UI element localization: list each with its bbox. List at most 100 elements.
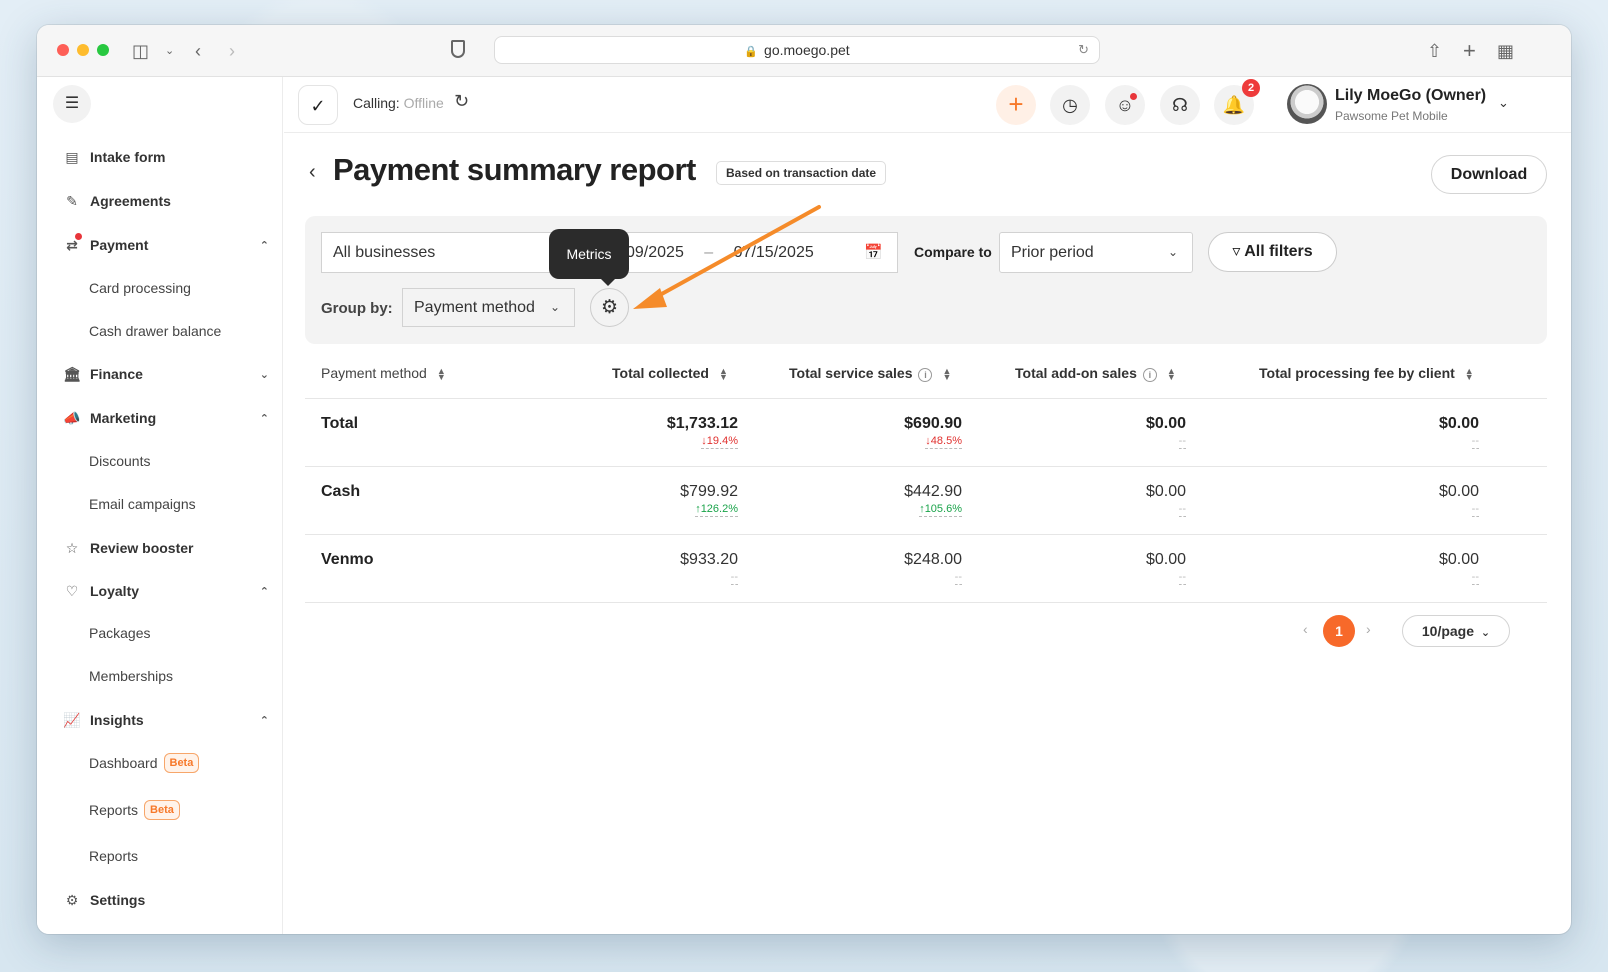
metrics-gear-icon[interactable]: ⚙ xyxy=(590,288,629,327)
total-service-value: $690.90 xyxy=(904,415,962,432)
sidebar-toggle-icon[interactable]: ◫ xyxy=(132,39,149,63)
sort-icon[interactable]: ▲ ▼ xyxy=(942,367,951,382)
payment-alert-dot xyxy=(75,233,82,240)
sidebar-item-review-booster[interactable]: ☆ Review booster xyxy=(63,536,194,560)
date-start[interactable]: 09/2025 xyxy=(626,244,684,261)
date-basis-tag: Based on transaction date xyxy=(716,161,887,185)
compare-to-label: Compare to xyxy=(914,244,992,260)
cash-addon-delta: -- xyxy=(1178,503,1186,517)
back-arrow-icon[interactable]: ‹ xyxy=(309,161,316,184)
sidebar-item-settings[interactable]: ⚙ Settings xyxy=(63,888,146,912)
sidebar-item-memberships[interactable]: Memberships xyxy=(89,665,173,687)
sidebar-item-reports-beta[interactable]: Reports Beta xyxy=(89,799,180,821)
page-button-current[interactable]: 1 xyxy=(1323,615,1355,647)
column-header-label: Total collected xyxy=(612,365,709,381)
zoom-window-button[interactable] xyxy=(97,44,109,56)
total-addon-delta: -- xyxy=(1178,435,1186,449)
new-tab-icon[interactable]: + xyxy=(1463,39,1476,63)
heart-icon: ♡ xyxy=(65,582,79,599)
address-bar[interactable]: 🔒 go.moego.pet ↻ xyxy=(494,36,1100,64)
all-filters-button[interactable]: ▿ All filters xyxy=(1208,232,1337,272)
beta-badge: Beta xyxy=(163,753,200,773)
add-button[interactable]: + xyxy=(996,85,1036,125)
lock-icon: 🔒 xyxy=(744,46,759,58)
sort-icon[interactable]: ▲ ▼ xyxy=(437,367,446,382)
sidebar-item-agreements[interactable]: ✎ Agreements xyxy=(63,189,171,213)
column-header-total-processing-fee[interactable]: Total processing fee by client ▲ ▼ xyxy=(1259,365,1474,382)
chat-alert-dot xyxy=(1130,93,1137,100)
cash-collected-delta[interactable]: ↑126.2% xyxy=(695,503,738,517)
info-icon[interactable]: i xyxy=(918,368,933,382)
sidebar-item-label: Settings xyxy=(90,892,146,908)
total-service-delta[interactable]: ↓48.5% xyxy=(925,435,962,449)
sort-icon[interactable]: ▲ ▼ xyxy=(1167,367,1176,382)
sidebar-item-discounts[interactable]: Discounts xyxy=(89,450,150,472)
menu-icon[interactable]: ☰ xyxy=(53,85,91,123)
sidebar-item-payment[interactable]: ⇄ Payment ⌃ xyxy=(63,233,269,257)
share-icon[interactable]: ⇧ xyxy=(1427,39,1442,63)
sidebar-item-cash-drawer-balance[interactable]: Cash drawer balance xyxy=(89,320,221,342)
headset-icon[interactable]: ☊ xyxy=(1160,85,1200,125)
clock-icon[interactable]: ◷ xyxy=(1050,85,1090,125)
group-by-label: Group by: xyxy=(321,300,393,317)
tab-overview-icon[interactable]: ▦ xyxy=(1497,39,1514,63)
table-divider xyxy=(305,534,1547,535)
compare-select[interactable]: Prior period ⌄ xyxy=(999,232,1193,273)
info-icon[interactable]: i xyxy=(1142,368,1157,382)
sidebar-item-reports[interactable]: Reports xyxy=(89,845,138,867)
metrics-tooltip: Metrics xyxy=(549,229,629,286)
page-size-select[interactable]: 10/page ⌄ xyxy=(1402,615,1510,647)
sort-icon[interactable]: ▲ ▼ xyxy=(1465,367,1474,382)
chevron-up-icon: ⌃ xyxy=(259,412,269,425)
refresh-icon[interactable]: ↻ xyxy=(454,91,469,112)
row-label: Total xyxy=(321,415,359,432)
sidebar-item-packages[interactable]: Packages xyxy=(89,622,150,644)
compare-value: Prior period xyxy=(1011,244,1094,261)
line-chart-icon: 📈 xyxy=(63,711,81,728)
prev-page-icon[interactable]: ‹ xyxy=(1303,621,1308,637)
sidebar-item-label: Dashboard xyxy=(89,755,158,771)
chat-icon[interactable]: ☺ xyxy=(1105,85,1145,125)
column-header-payment-method[interactable]: Payment method ▲ ▼ xyxy=(321,365,446,382)
bell-icon[interactable]: 🔔 2 xyxy=(1214,79,1260,125)
date-end[interactable]: 07/15/2025 xyxy=(734,244,814,261)
sidebar-item-loyalty[interactable]: ♡ Loyalty ⌃ xyxy=(63,579,269,603)
beta-badge: Beta xyxy=(144,800,180,820)
column-header-total-service-sales[interactable]: Total service sales i ▲ ▼ xyxy=(789,365,951,382)
user-name[interactable]: Lily MoeGo (Owner) xyxy=(1335,87,1486,105)
column-header-total-add-on-sales[interactable]: Total add-on sales i ▲ ▼ xyxy=(1015,365,1176,382)
column-header-label: Total service sales xyxy=(789,365,913,381)
sidebar-item-intake-form[interactable]: ▤ Intake form xyxy=(63,145,165,169)
total-collected-delta[interactable]: ↓19.4% xyxy=(701,435,738,449)
moego-logo[interactable]: ✓ xyxy=(298,85,338,125)
forward-arrow-icon[interactable]: › xyxy=(229,39,235,63)
all-filters-label: All filters xyxy=(1244,243,1313,260)
privacy-shield-icon[interactable] xyxy=(451,40,465,58)
group-by-select[interactable]: Payment method ⌄ xyxy=(402,288,575,327)
sidebar-item-label: Agreements xyxy=(90,193,171,209)
download-button[interactable]: Download xyxy=(1431,155,1547,194)
sidebar-item-marketing[interactable]: 📣 Marketing ⌃ xyxy=(63,406,269,430)
sidebar-item-label: Intake form xyxy=(90,149,166,165)
sidebar-item-card-processing[interactable]: Card processing xyxy=(89,277,191,299)
reload-icon[interactable]: ↻ xyxy=(1078,37,1089,63)
sidebar-item-finance[interactable]: 🏛 Finance ⌄ xyxy=(63,362,269,386)
avatar[interactable] xyxy=(1287,84,1327,124)
cash-service-delta[interactable]: ↑105.6% xyxy=(919,503,962,517)
calendar-icon[interactable]: 📅 xyxy=(864,233,883,272)
sidebar-item-insights[interactable]: 📈 Insights ⌃ xyxy=(63,708,269,732)
back-arrow-icon[interactable]: ‹ xyxy=(195,39,201,63)
pen-icon: ✎ xyxy=(66,192,78,209)
sort-icon[interactable]: ▲ ▼ xyxy=(719,367,728,382)
sidebar-item-email-campaigns[interactable]: Email campaigns xyxy=(89,493,196,515)
chevron-down-icon[interactable]: ⌄ xyxy=(1498,95,1509,111)
column-header-label: Payment method xyxy=(321,365,427,381)
minimize-window-button[interactable] xyxy=(77,44,89,56)
notification-badge: 2 xyxy=(1242,79,1260,97)
chevron-down-icon[interactable]: ⌄ xyxy=(165,39,174,63)
next-page-icon[interactable]: › xyxy=(1366,621,1371,637)
column-header-total-collected[interactable]: Total collected ▲ ▼ xyxy=(612,365,728,382)
close-window-button[interactable] xyxy=(57,44,69,56)
sidebar-item-dashboard[interactable]: Dashboard Beta xyxy=(89,752,200,774)
business-select[interactable]: All businesses xyxy=(321,232,581,273)
